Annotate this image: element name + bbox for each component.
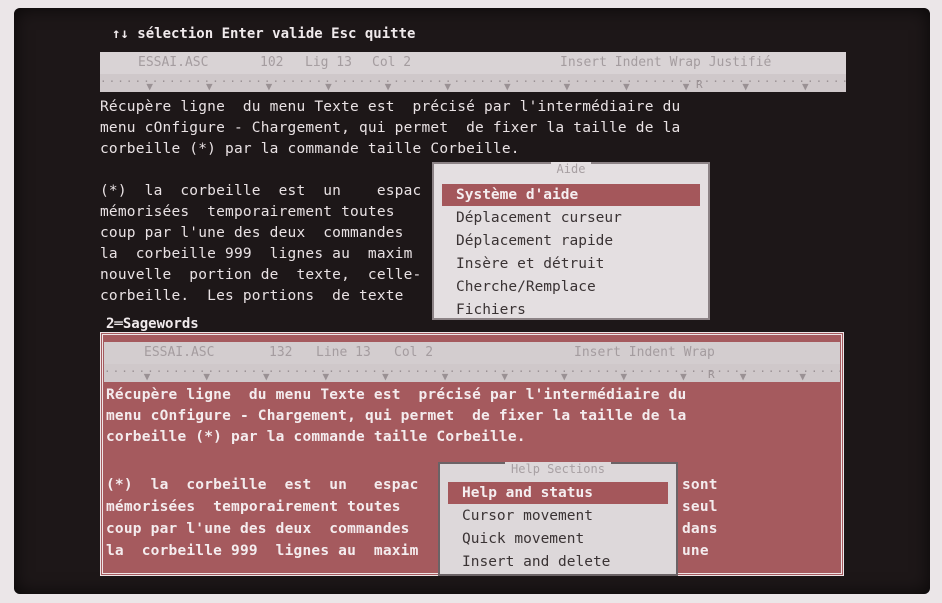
text-line: (*) la corbeille est un espac [100,183,422,199]
win2-status-line: Line 13 [316,345,371,360]
menu-item-insert-and-delete[interactable]: Insert and delete [448,551,668,573]
text-line: corbeille (*) par la commande taille Cor… [100,141,520,157]
menu-item-insere-detruit[interactable]: Insère et détruit [442,253,700,275]
top-ruler-right-margin: R [696,78,703,91]
help-menu-title: Help Sections [505,462,611,476]
text-line: (*) la corbeille est un espac [106,477,419,493]
text-line: menu cOnfigure - Chargement, qui permet … [100,120,681,136]
menu-item-systeme-aide[interactable]: Système d'aide [442,184,700,206]
keyboard-hint: ↑↓ sélection Enter valide Esc quitte [112,26,416,42]
top-status-line: Lig 13 [305,55,352,70]
text-line: coup par l'une des deux commandes [100,225,404,241]
win2-ruler-right-margin: R [708,368,715,381]
top-status-file: ESSAI.ASC [138,55,209,70]
text-fragment: sont [682,477,718,493]
text-line: Récupère ligne du menu Texte est précisé… [100,99,681,115]
top-status-size: 102 [260,55,284,70]
top-status-modes: Insert Indent Wrap Justifié [560,55,772,70]
menu-item-quick-movement[interactable]: Quick movement [448,528,668,550]
top-status-bar: ESSAI.ASC 102 Lig 13 Col 2 Insert Indent… [100,52,846,74]
win2-status-bar: ESSAI.ASC 132 Line 13 Col 2 Insert Inden… [104,342,840,364]
win2-status-file: ESSAI.ASC [144,345,215,360]
menu-item-fichiers[interactable]: Fichiers [442,299,700,321]
text-line: Récupère ligne du menu Texte est précisé… [106,387,687,403]
text-fragment: une [682,543,709,559]
win2-ruler: ........................................… [104,364,840,382]
top-status-col: Col 2 [372,55,412,70]
menu-item-cherche-remplace[interactable]: Cherche/Remplace [442,276,700,298]
help-sections-menu: Help Sections Help and status Cursor mov… [438,462,678,576]
text-line: nouvelle portion de texte, celle- [100,267,422,283]
menu-item-cursor-movement[interactable]: Cursor movement [448,505,668,527]
text-line: corbeille. Les portions de texte [100,288,404,304]
text-line: menu cOnfigure - Chargement, qui permet … [106,408,687,424]
text-fragment: dans [682,521,718,537]
win2-status-size: 132 [269,345,293,360]
aide-menu: Aide Système d'aide Déplacement curseur … [432,162,710,320]
text-line: coup par l'une des deux commandes [106,521,410,537]
top-ruler: ........................................… [100,74,846,92]
text-line: mémorisées temporairement toutes [106,499,401,515]
menu-item-help-and-status[interactable]: Help and status [448,482,668,504]
text-fragment: seul [682,499,718,515]
win2-status-col: Col 2 [394,345,434,360]
text-line: mémorisées temporairement toutes [100,204,395,220]
window-title: 2═Sagewords [104,316,201,332]
text-line: corbeille (*) par la commande taille Cor… [106,429,526,445]
text-line: la corbeille 999 lignes au maxim [106,543,419,559]
win2-status-modes: Insert Indent Wrap [574,345,715,360]
text-line: la corbeille 999 lignes au maxim [100,246,413,262]
aide-menu-title: Aide [550,162,592,176]
menu-item-deplacement-curseur[interactable]: Déplacement curseur [442,207,700,229]
menu-item-deplacement-rapide[interactable]: Déplacement rapide [442,230,700,252]
